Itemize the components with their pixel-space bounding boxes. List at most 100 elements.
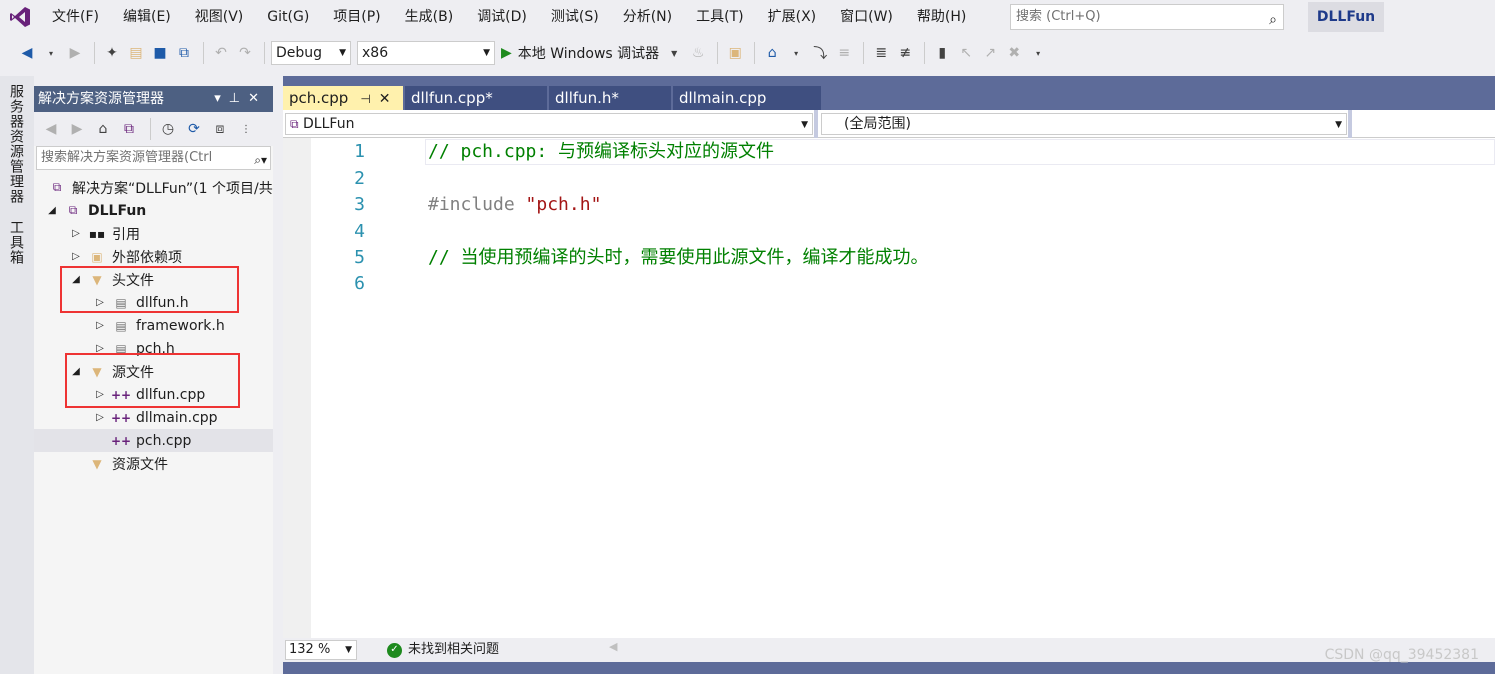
menu-item-3[interactable]: Git(G) bbox=[255, 0, 321, 34]
window-position-icon[interactable]: ▾ bbox=[214, 91, 229, 106]
solution-explorer-toolbar: ◀ ▶ ⌂ ⧉ ◷ ⟳ ⧈ ⋮ bbox=[34, 112, 273, 146]
hot-reload-icon[interactable]: ♨ bbox=[687, 42, 709, 64]
nav-divider bbox=[1348, 110, 1352, 138]
collapsed-arrow-icon[interactable]: ▷ bbox=[70, 228, 82, 239]
close-icon[interactable]: ✕ bbox=[248, 91, 267, 106]
code-comment: // 当使用预编译的头时，需要使用此源文件，编译才能成功。 bbox=[428, 247, 929, 268]
tree-item[interactable]: ▷ ++ dllmain.cpp bbox=[34, 406, 273, 429]
project-icon: ⧉ bbox=[290, 117, 299, 131]
tree-item[interactable]: ⧉ 解决方案“DLLFun”(1 个项目/共 bbox=[34, 176, 273, 199]
forward-icon[interactable]: ▶ bbox=[64, 42, 86, 64]
platform-select[interactable]: x86 ▼ bbox=[357, 41, 495, 65]
collapsed-arrow-icon[interactable]: ▷ bbox=[94, 412, 106, 423]
zoom-select[interactable]: 132 % ▼ bbox=[285, 640, 357, 660]
menu-item-10[interactable]: 扩展(X) bbox=[756, 0, 829, 34]
save-icon[interactable]: ■ bbox=[149, 42, 171, 64]
tree-item[interactable]: ◢ ⧉ DLLFun bbox=[34, 199, 273, 222]
forward-icon[interactable]: ▶ bbox=[66, 118, 88, 140]
tree-item[interactable]: ▷ ▪▪ 引用 bbox=[34, 222, 273, 245]
sync-icon[interactable]: ⟳ bbox=[183, 118, 205, 140]
line-number: 4 bbox=[354, 221, 365, 242]
comment-lines-icon[interactable]: ≣ bbox=[870, 42, 892, 64]
back-icon[interactable]: ◀ bbox=[16, 42, 38, 64]
tree-item[interactable]: ▼ 资源文件 bbox=[34, 452, 273, 475]
tree-item[interactable]: ++ pch.cpp bbox=[34, 429, 273, 452]
close-icon[interactable]: ✕ bbox=[379, 91, 391, 107]
code-editor[interactable]: 1 // pch.cpp: 与预编译标头对应的源文件 2 3 #include … bbox=[283, 138, 1495, 638]
menu-item-7[interactable]: 测试(S) bbox=[539, 0, 611, 34]
redo-icon[interactable]: ↷ bbox=[234, 42, 256, 64]
toolbar-separator bbox=[924, 42, 926, 64]
menu-item-1[interactable]: 编辑(E) bbox=[111, 0, 183, 34]
undo-icon[interactable]: ↶ bbox=[210, 42, 232, 64]
configuration-select[interactable]: Debug ▼ bbox=[271, 41, 351, 65]
line-number: 1 bbox=[354, 141, 365, 162]
save-all-icon[interactable]: ⧉ bbox=[173, 42, 195, 64]
dropdown-arrow-icon[interactable]: ▾ bbox=[785, 42, 807, 64]
collapsed-arrow-icon[interactable]: ▷ bbox=[70, 251, 82, 262]
next-bookmark-icon[interactable]: ↗ bbox=[979, 42, 1001, 64]
tab-dllfun-h[interactable]: dllfun.h* bbox=[549, 86, 671, 110]
toolbar-separator bbox=[717, 42, 719, 64]
start-debugging-button[interactable]: 本地 Windows 调试器 bbox=[518, 43, 659, 63]
open-file-icon[interactable]: ▤ bbox=[125, 42, 147, 64]
tree-item[interactable]: ▷ ▤ framework.h bbox=[34, 314, 273, 337]
home-icon[interactable]: ⌂ bbox=[761, 42, 783, 64]
visual-studio-logo-icon[interactable] bbox=[0, 0, 40, 34]
uncomment-lines-icon[interactable]: ≢ bbox=[894, 42, 916, 64]
chevron-down-icon: ▼ bbox=[345, 645, 352, 655]
tab-dllmain-cpp[interactable]: dllmain.cpp bbox=[673, 86, 821, 110]
menu-bar: 文件(F) 编辑(E) 视图(V) Git(G) 项目(P) 生成(B) 调试(D) 测试(S… bbox=[0, 0, 1495, 34]
editor-status-line: 132 % ▼ ✓ 未找到相关问题 ◀ bbox=[283, 638, 1495, 662]
menu-item-9[interactable]: 工具(T) bbox=[684, 0, 755, 34]
switch-views-icon[interactable]: ⧉ bbox=[118, 118, 140, 140]
toolbar-overflow-icon[interactable]: ▾ bbox=[1027, 42, 1049, 64]
project-scope-select[interactable]: ⧉ DLLFun ▼ bbox=[285, 113, 813, 135]
clear-bookmarks-icon[interactable]: ✖ bbox=[1003, 42, 1025, 64]
search-icon: ⌕ bbox=[1269, 12, 1277, 28]
solution-explorer-search[interactable]: 搜索解决方案资源管理器(Ctrl ⌕▾ bbox=[36, 146, 271, 170]
new-project-icon[interactable]: ✦ bbox=[101, 42, 123, 64]
pending-changes-filter-icon[interactable]: ◷ bbox=[157, 118, 179, 140]
chevron-down-icon[interactable]: ▼ bbox=[663, 42, 685, 64]
more-options-icon[interactable]: ⋮ bbox=[235, 118, 257, 140]
step-into-icon[interactable]: ⤵ bbox=[809, 42, 831, 64]
tree-item-label: 资源文件 bbox=[112, 456, 168, 473]
pin-icon[interactable]: ⊥ bbox=[229, 91, 248, 106]
menu-item-4[interactable]: 项目(P) bbox=[321, 0, 392, 34]
expanded-arrow-icon[interactable]: ◢ bbox=[46, 205, 58, 216]
menu-item-12[interactable]: 帮助(H) bbox=[905, 0, 978, 34]
toolbox-tab[interactable]: 工具箱 bbox=[6, 220, 26, 265]
project-name-badge[interactable]: DLLFun bbox=[1308, 2, 1384, 32]
line-number: 5 bbox=[354, 247, 365, 268]
menu-item-0[interactable]: 文件(F) bbox=[40, 0, 111, 34]
server-explorer-tab[interactable]: 服务器资源管理器 bbox=[6, 84, 26, 204]
tree-item-label: 解决方案“DLLFun”(1 个项目/共 bbox=[72, 180, 273, 197]
issues-indicator[interactable]: ✓ 未找到相关问题 bbox=[387, 640, 499, 660]
find-in-files-icon[interactable]: ▣ bbox=[724, 42, 746, 64]
toolbar-separator bbox=[203, 42, 204, 64]
tab-pch-cpp[interactable]: pch.cpp ⊣ ✕ bbox=[283, 86, 403, 110]
scroll-left-icon[interactable]: ◀ bbox=[609, 640, 617, 653]
menu-item-5[interactable]: 生成(B) bbox=[393, 0, 466, 34]
previous-bookmark-icon[interactable]: ↖ bbox=[955, 42, 977, 64]
step-over-icon[interactable]: ≡ bbox=[833, 42, 855, 64]
home-icon[interactable]: ⌂ bbox=[92, 118, 114, 140]
search-input[interactable]: 搜索 (Ctrl+Q) ⌕ bbox=[1010, 4, 1284, 30]
start-debugging-icon[interactable]: ▶ bbox=[501, 45, 512, 61]
global-scope-select[interactable]: (全局范围) ▼ bbox=[821, 113, 1347, 135]
tab-dllfun-cpp[interactable]: dllfun.cpp* bbox=[405, 86, 547, 110]
menu-item-8[interactable]: 分析(N) bbox=[611, 0, 684, 34]
menu-item-6[interactable]: 调试(D) bbox=[465, 0, 539, 34]
toolbar-separator bbox=[94, 42, 95, 64]
collapse-all-icon[interactable]: ⧈ bbox=[209, 118, 231, 140]
chevron-down-icon: ▼ bbox=[339, 48, 346, 58]
pin-icon[interactable]: ⊣ bbox=[360, 92, 370, 106]
tree-item[interactable]: ▷ ▣ 外部依赖项 bbox=[34, 245, 273, 268]
menu-item-2[interactable]: 视图(V) bbox=[183, 0, 256, 34]
back-icon[interactable]: ◀ bbox=[40, 118, 62, 140]
collapsed-arrow-icon[interactable]: ▷ bbox=[94, 320, 106, 331]
menu-item-11[interactable]: 窗口(W) bbox=[828, 0, 905, 34]
bookmark-icon[interactable]: ▮ bbox=[931, 42, 953, 64]
dropdown-arrow-icon[interactable]: ▾ bbox=[40, 42, 62, 64]
